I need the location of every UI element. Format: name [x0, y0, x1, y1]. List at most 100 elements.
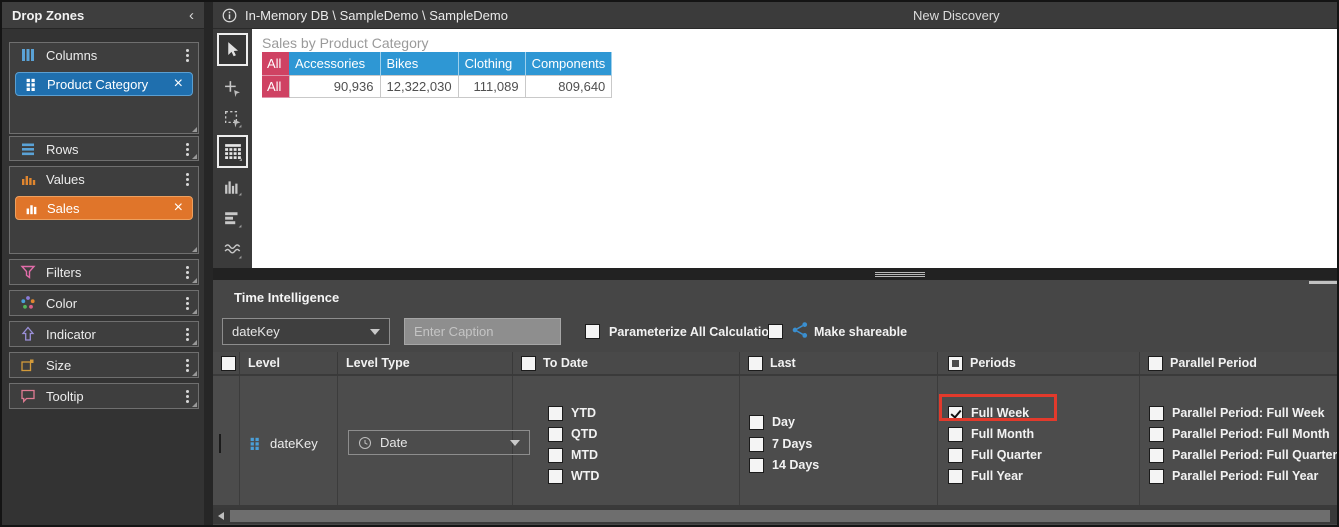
- indicator-arrow-icon: [20, 326, 36, 342]
- shareable-option: [768, 324, 783, 339]
- header-last: Last: [740, 352, 938, 376]
- pointer-tool[interactable]: [217, 33, 248, 66]
- pivot-corner-cell[interactable]: All: [262, 52, 289, 75]
- level-cell: dateKey: [249, 435, 318, 451]
- field-dropdown[interactable]: dateKey: [222, 318, 390, 345]
- rows-menu-icon[interactable]: [186, 143, 189, 146]
- lasso-icon: [224, 110, 242, 128]
- select-all-checkbox[interactable]: [221, 356, 236, 371]
- pivot-value-cell[interactable]: 90,936: [289, 75, 380, 97]
- attribute-grid-icon: [25, 78, 38, 91]
- values-label: Values: [46, 172, 176, 187]
- pivot-row-header[interactable]: All: [262, 75, 289, 97]
- panel-resize-handle[interactable]: [1309, 281, 1337, 284]
- day-checkbox[interactable]: [749, 415, 764, 430]
- grid-icon: [224, 143, 242, 161]
- color-zone[interactable]: Color: [9, 290, 199, 316]
- bar-chart-tool[interactable]: [217, 205, 248, 233]
- to-date-all-checkbox[interactable]: [521, 356, 536, 371]
- values-zone[interactable]: Values Sales ×: [9, 166, 199, 254]
- time-intelligence-panel: Time Intelligence dateKey Parameterize A…: [213, 280, 1337, 525]
- pivot-col-header[interactable]: Accessories: [289, 52, 380, 75]
- indicator-menu-icon[interactable]: [186, 328, 189, 331]
- rows-zone[interactable]: Rows: [9, 136, 199, 161]
- panel-splitter-horizontal[interactable]: [213, 268, 1337, 280]
- color-dots-icon: [20, 295, 36, 311]
- column-chart-tool[interactable]: [217, 173, 248, 201]
- ytd-checkbox[interactable]: [548, 406, 563, 421]
- remove-product-category-icon[interactable]: ×: [174, 76, 183, 92]
- columns-menu-icon[interactable]: [186, 49, 189, 52]
- size-label: Size: [46, 358, 176, 373]
- indicator-label: Indicator: [46, 327, 176, 342]
- point-select-tool[interactable]: [217, 74, 248, 102]
- horizontal-scrollbar[interactable]: [213, 508, 1337, 524]
- full-month-checkbox[interactable]: [948, 427, 963, 442]
- pivot-value-cell[interactable]: 12,322,030: [380, 75, 458, 97]
- wtd-checkbox[interactable]: [548, 469, 563, 484]
- parallel-full-week-checkbox[interactable]: [1149, 406, 1164, 421]
- option-parallel-full-month: Parallel Period: Full Month: [1149, 426, 1330, 442]
- header-periods: Periods: [938, 352, 1140, 376]
- parallel-full-month-checkbox[interactable]: [1149, 427, 1164, 442]
- 7-days-checkbox[interactable]: [749, 437, 764, 452]
- columns-zone[interactable]: Columns Product Category ×: [9, 42, 199, 134]
- parallel-full-year-checkbox[interactable]: [1149, 469, 1164, 484]
- periods-all-checkbox[interactable]: [948, 356, 963, 371]
- chart-title: Sales by Product Category: [262, 35, 429, 51]
- parameterize-checkbox[interactable]: [585, 324, 600, 339]
- pivot-value-cell[interactable]: 111,089: [458, 75, 525, 97]
- parallel-full-quarter-checkbox[interactable]: [1149, 448, 1164, 463]
- scrollbar-thumb[interactable]: [230, 510, 1330, 522]
- last-all-checkbox[interactable]: [748, 356, 763, 371]
- color-menu-icon[interactable]: [186, 297, 189, 300]
- pivot-col-header[interactable]: Clothing: [458, 52, 525, 75]
- topbar: In-Memory DB \ SampleDemo \ SampleDemo N…: [213, 2, 1337, 29]
- full-year-checkbox[interactable]: [948, 469, 963, 484]
- columns-icon: [20, 47, 36, 63]
- highlight-annotation: [939, 394, 1057, 421]
- splitter-grip[interactable]: [875, 272, 925, 273]
- scroll-left-icon[interactable]: [218, 512, 224, 520]
- filters-zone[interactable]: Filters: [9, 259, 199, 285]
- option-full-quarter: Full Quarter: [948, 447, 1042, 463]
- collapse-panel-icon[interactable]: ‹: [189, 8, 194, 23]
- tooltip-zone[interactable]: Tooltip: [9, 383, 199, 409]
- size-zone[interactable]: Size: [9, 352, 199, 378]
- pivot-value-cell[interactable]: 809,640: [525, 75, 612, 97]
- pivot-table: All Accessories Bikes Clothing Component…: [262, 52, 612, 98]
- tooltip-menu-icon[interactable]: [186, 390, 189, 393]
- info-icon[interactable]: [222, 8, 237, 23]
- parameterize-label: Parameterize All Calculations: [609, 325, 784, 339]
- grid-visualization-tool[interactable]: [217, 135, 248, 168]
- lasso-select-tool[interactable]: [217, 105, 248, 133]
- line-chart-tool[interactable]: [217, 236, 248, 264]
- chip-sales[interactable]: Sales ×: [15, 196, 193, 220]
- 14-days-checkbox[interactable]: [749, 458, 764, 473]
- plus-pointer-icon: [224, 80, 241, 97]
- values-menu-icon[interactable]: [186, 173, 189, 176]
- level-type-value: Date: [380, 435, 407, 450]
- tooltip-label: Tooltip: [46, 389, 176, 404]
- indicator-zone[interactable]: Indicator: [9, 321, 199, 347]
- caption-input[interactable]: [404, 318, 561, 345]
- parallel-all-checkbox[interactable]: [1148, 356, 1163, 371]
- mtd-checkbox[interactable]: [548, 448, 563, 463]
- remove-sales-icon[interactable]: ×: [174, 200, 183, 216]
- chevron-down-icon: [510, 440, 520, 446]
- qtd-checkbox[interactable]: [548, 427, 563, 442]
- header-select-all: [213, 352, 240, 376]
- waves-icon: [224, 241, 242, 259]
- shareable-checkbox[interactable]: [768, 324, 783, 339]
- level-type-dropdown[interactable]: Date: [348, 430, 530, 455]
- size-menu-icon[interactable]: [186, 359, 189, 362]
- time-intelligence-title: Time Intelligence: [234, 290, 339, 305]
- chip-product-category[interactable]: Product Category ×: [15, 72, 193, 96]
- full-quarter-checkbox[interactable]: [948, 448, 963, 463]
- pivot-col-header[interactable]: Components: [525, 52, 612, 75]
- filters-menu-icon[interactable]: [186, 266, 189, 269]
- row-select-checkbox[interactable]: [219, 434, 221, 453]
- pivot-col-header[interactable]: Bikes: [380, 52, 458, 75]
- drop-zones-panel: Drop Zones ‹ Columns Product Category × …: [2, 2, 204, 525]
- panel-splitter-vertical[interactable]: [204, 2, 213, 525]
